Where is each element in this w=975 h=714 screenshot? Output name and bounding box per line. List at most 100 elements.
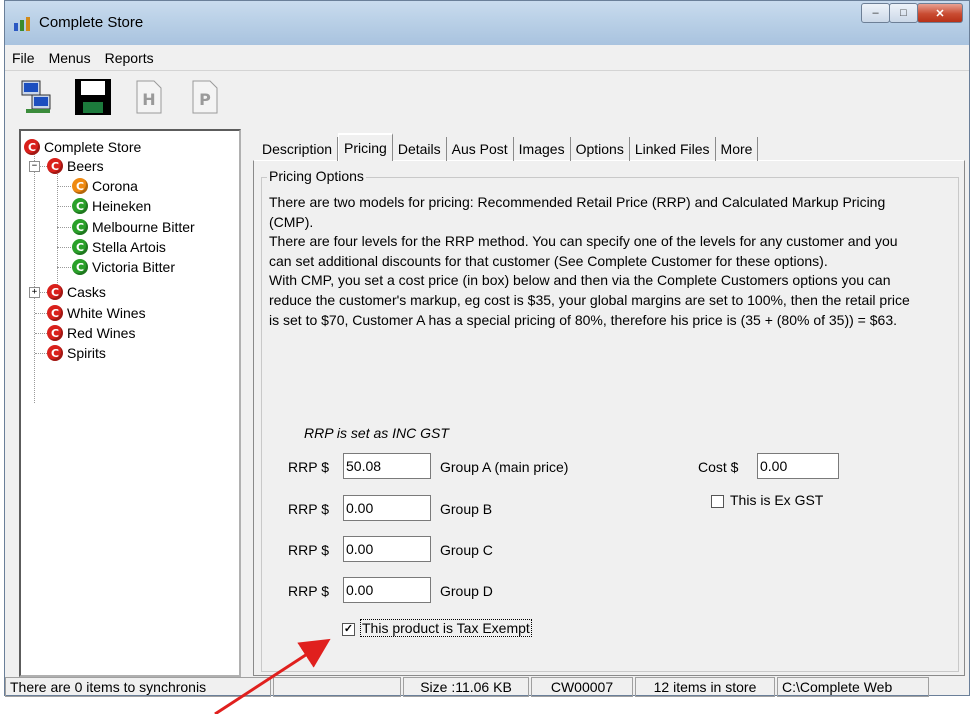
group-c-label: Group C	[440, 542, 493, 558]
tree-guide	[57, 206, 71, 207]
tree-guide	[35, 353, 47, 354]
rrp-label-b: RRP $	[288, 501, 329, 517]
h-button[interactable]: H	[127, 74, 171, 120]
tree-label: Stella Artois	[92, 239, 166, 255]
rrp-note: RRP is set as INC GST	[304, 425, 449, 441]
ex-gst-label: This is Ex GST	[730, 492, 824, 508]
tree-label: White Wines	[67, 305, 146, 321]
cost-label: Cost $	[698, 459, 739, 475]
menu-bar: File Menus Reports	[5, 45, 969, 71]
tree-guide	[57, 267, 71, 268]
tree-guide	[57, 227, 71, 228]
tab-strip: Description Pricing Details Aus Post Ima…	[257, 133, 759, 161]
tree-guide	[57, 186, 71, 187]
product-icon: C	[72, 259, 88, 275]
tree-node-complete-store[interactable]: C Complete Store	[24, 137, 141, 157]
close-button[interactable]: ✕	[917, 3, 963, 23]
menu-reports[interactable]: Reports	[98, 50, 161, 66]
category-icon: C	[47, 284, 63, 300]
tree-node-spirits[interactable]: C Spirits	[47, 343, 106, 363]
pricing-description: There are two models for pricing: Recomm…	[269, 194, 910, 328]
tree-node-casks[interactable]: C Casks	[47, 282, 106, 302]
title-bar[interactable]: Complete Store – □ ✕	[5, 1, 969, 45]
p-icon: P	[192, 80, 218, 114]
status-code: CW00007	[531, 677, 633, 697]
tree-label: Victoria Bitter	[92, 259, 175, 275]
status-path: C:\Complete Web	[777, 677, 929, 697]
product-icon: C	[72, 239, 88, 255]
tab-pricing[interactable]: Pricing	[338, 133, 393, 161]
tab-options[interactable]: Options	[571, 137, 630, 161]
minimize-button[interactable]: –	[861, 3, 890, 23]
rrp-input-group-b[interactable]: 0.00	[343, 495, 431, 521]
category-icon: C	[47, 345, 63, 361]
tree-guide	[35, 313, 47, 314]
maximize-button[interactable]: □	[889, 3, 918, 23]
group-d-label: Group D	[440, 583, 493, 599]
tree-node-corona[interactable]: C Corona	[72, 176, 138, 196]
app-window: Complete Store – □ ✕ File Menus Reports	[4, 0, 970, 697]
tab-aus-post[interactable]: Aus Post	[447, 137, 514, 161]
rrp-label-a: RRP $	[288, 459, 329, 475]
minimize-icon: –	[872, 7, 879, 19]
tree-label: Spirits	[67, 345, 106, 361]
tab-more[interactable]: More	[716, 137, 759, 161]
tax-exempt-label: This product is Tax Exempt	[360, 619, 532, 637]
h-icon: H	[136, 80, 162, 114]
ex-gst-checkbox[interactable]	[711, 495, 724, 508]
tree-guide	[39, 166, 47, 167]
product-icon: C	[72, 198, 88, 214]
tree-node-victoria-bitter[interactable]: C Victoria Bitter	[72, 257, 175, 277]
status-size: Size :11.06 KB	[403, 677, 529, 697]
rrp-input-group-c[interactable]: 0.00	[343, 536, 431, 562]
product-icon: C	[72, 178, 88, 194]
tree-node-red-wines[interactable]: C Red Wines	[47, 323, 135, 343]
tree-node-white-wines[interactable]: C White Wines	[47, 303, 146, 323]
category-icon: C	[24, 139, 40, 155]
save-icon	[75, 79, 111, 115]
tab-images[interactable]: Images	[514, 137, 571, 161]
cost-input[interactable]: 0.00	[757, 453, 839, 479]
sync-button[interactable]	[15, 74, 59, 120]
tree-node-heineken[interactable]: C Heineken	[72, 196, 151, 216]
tree-node-stella-artois[interactable]: C Stella Artois	[72, 237, 166, 257]
tree-label: Beers	[67, 158, 104, 174]
category-tree[interactable]: C Complete Store − C Beers C Corona C He…	[19, 129, 241, 677]
menu-menus[interactable]: Menus	[42, 50, 98, 66]
rrp-input-group-a[interactable]: 50.08	[343, 453, 431, 479]
tree-guide	[57, 247, 71, 248]
rrp-input-group-d[interactable]: 0.00	[343, 577, 431, 603]
save-button[interactable]	[71, 74, 115, 120]
status-sync: There are 0 items to synchronis	[5, 677, 271, 697]
checkmark-icon: ✓	[343, 623, 354, 635]
menu-file[interactable]: File	[5, 50, 42, 66]
tax-exempt-checkbox[interactable]: ✓	[342, 623, 355, 636]
pricing-options-label: Pricing Options	[267, 168, 366, 184]
tab-description[interactable]: Description	[257, 137, 339, 161]
rrp-label-c: RRP $	[288, 542, 329, 558]
tree-label: Corona	[92, 178, 138, 194]
sync-icon	[21, 80, 51, 113]
close-icon: ✕	[935, 7, 945, 20]
svg-text:H: H	[142, 90, 155, 109]
status-blank	[273, 677, 401, 697]
status-bar: There are 0 items to synchronis Size :11…	[5, 677, 969, 697]
tree-label: Melbourne Bitter	[92, 219, 195, 235]
tab-details[interactable]: Details	[393, 137, 447, 161]
product-icon: C	[72, 219, 88, 235]
group-a-label: Group A (main price)	[440, 459, 569, 475]
tree-node-beers[interactable]: C Beers	[47, 156, 104, 176]
tree-node-melbourne-bitter[interactable]: C Melbourne Bitter	[72, 217, 195, 237]
status-items: 12 items in store	[635, 677, 775, 697]
window-title: Complete Store	[39, 14, 144, 31]
p-button[interactable]: P	[183, 74, 227, 120]
category-icon: C	[47, 158, 63, 174]
tree-label: Red Wines	[67, 325, 136, 341]
group-b-label: Group B	[440, 501, 493, 517]
tree-label: Casks	[67, 284, 106, 300]
tree-guide	[35, 333, 47, 334]
tree-guide	[39, 292, 47, 293]
tab-linked-files[interactable]: Linked Files	[630, 137, 716, 161]
tree-label: Complete Store	[44, 139, 142, 155]
toolbar: H P	[5, 71, 969, 123]
